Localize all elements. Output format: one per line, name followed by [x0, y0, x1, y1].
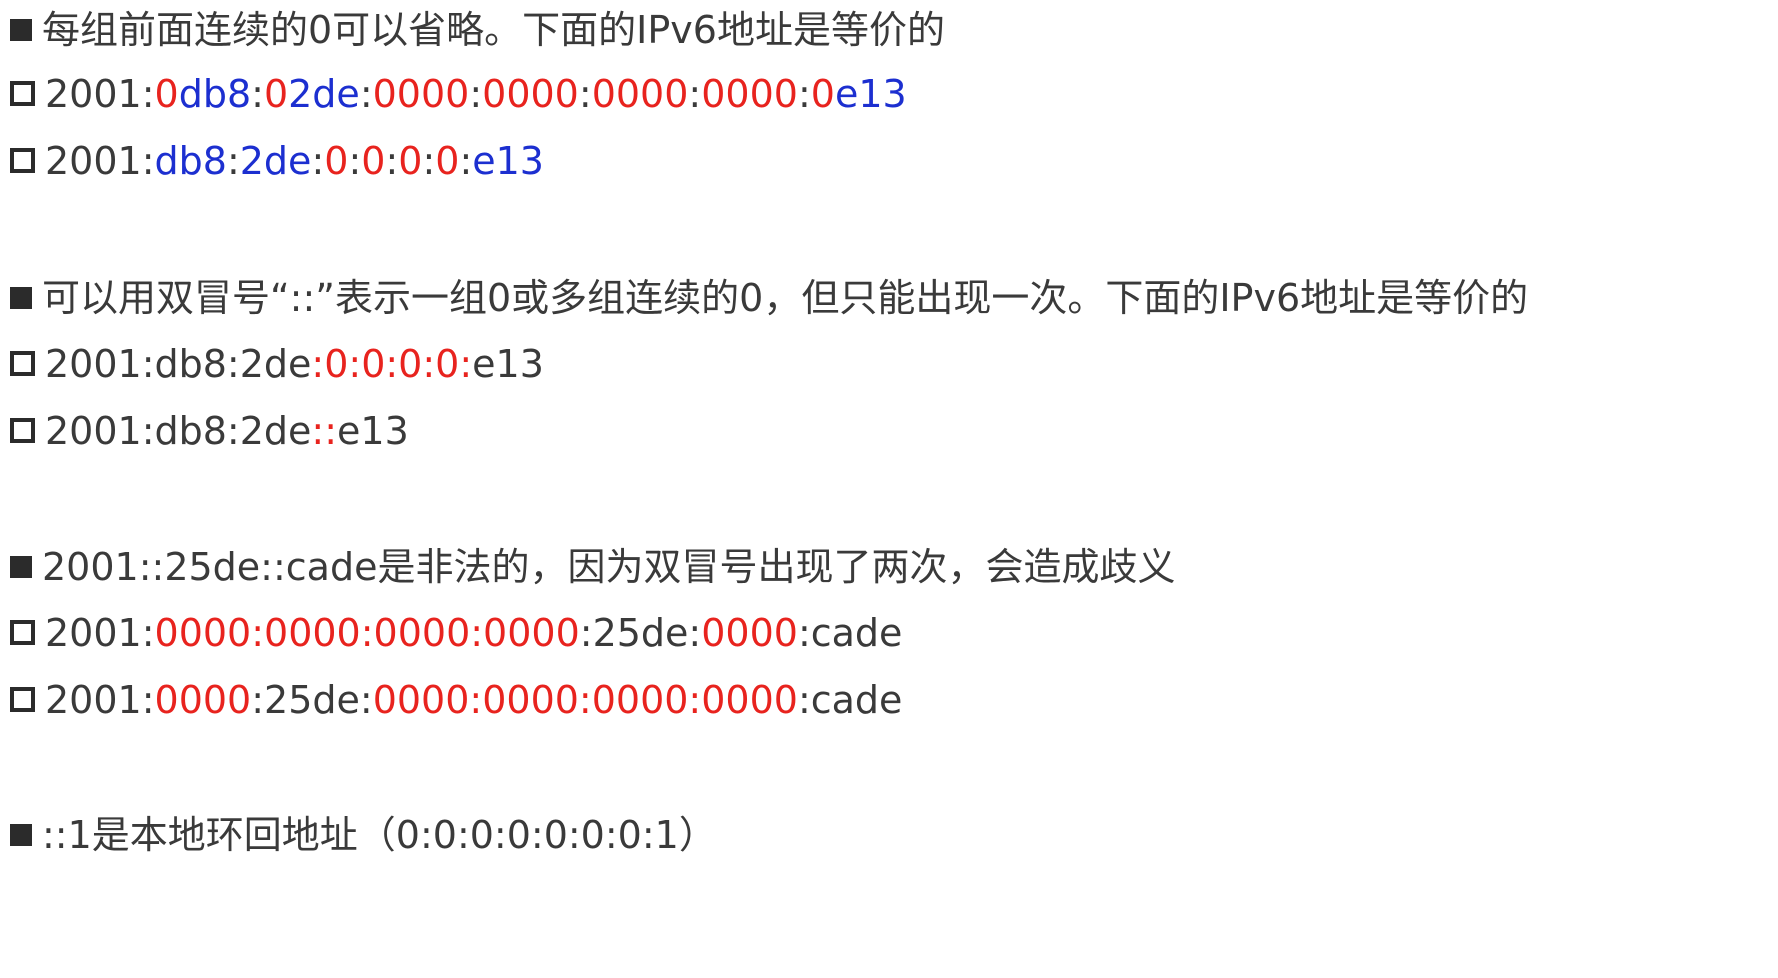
text-segment: 2001:	[45, 611, 155, 655]
text-segment: :	[459, 139, 473, 183]
text-segment: e13	[472, 342, 544, 386]
text-segment: e13	[472, 139, 544, 183]
text-segment: 2de	[288, 72, 360, 116]
filled-square-bullet-icon	[10, 555, 32, 578]
text-segment: 0000	[154, 678, 252, 722]
hollow-square-bullet-icon	[10, 351, 35, 376]
text-segment: 0000:0000:0000:0000	[154, 611, 580, 655]
text-segment: 2001:	[45, 139, 155, 183]
text-segment: :cade	[797, 611, 903, 655]
text-segment: db8	[178, 72, 252, 116]
address-line-ambiguity-b: 2001:0000:25de:0000:0000:0000:0000:cade	[10, 670, 902, 730]
text-segment: 0	[435, 139, 460, 183]
address-line-compressed: 2001:db8:2de::e13	[10, 401, 409, 461]
text-segment: :	[578, 72, 592, 116]
text-segment: 0	[398, 139, 423, 183]
hollow-square-bullet-icon	[10, 418, 35, 443]
text-segment: ::	[311, 409, 338, 453]
text-segment: 2001:db8:2de	[45, 409, 312, 453]
bullet-line-zero-omission: 每组前面连续的0可以省略。下面的IPv6地址是等价的	[10, 0, 945, 60]
text-segment: 每组前面连续的0可以省略。下面的IPv6地址是等价的	[42, 8, 945, 52]
filled-square-bullet-icon	[10, 18, 32, 41]
text-segment: :0:0:0:0:	[311, 342, 473, 386]
text-segment: :	[422, 139, 436, 183]
address-line-full: 2001:0db8:02de:0000:0000:0000:0000:0e13	[10, 64, 907, 124]
text-segment: e13	[337, 409, 409, 453]
address-line-short: 2001:db8:2de:0:0:0:0:e13	[10, 131, 544, 191]
text-segment: 0000:0000:0000:0000	[372, 678, 798, 722]
slide: 每组前面连续的0可以省略。下面的IPv6地址是等价的 2001:0db8:02d…	[0, 0, 1778, 978]
text-segment: 可以用双冒号“::”表示一组0或多组连续的0，但只能出现一次。下面的IPv6地址…	[42, 276, 1529, 320]
text-segment: 0000	[372, 72, 470, 116]
text-segment: 0000	[482, 72, 579, 116]
text-segment: 2001:db8:2de	[45, 342, 312, 386]
text-segment: :	[688, 72, 702, 116]
text-segment: 2001:	[45, 678, 155, 722]
bullet-line-illegal: 2001::25de::cade是非法的，因为双冒号出现了两次，会造成歧义	[10, 537, 1175, 597]
text-segment: :cade	[797, 678, 903, 722]
text-segment: :	[226, 139, 240, 183]
text-segment: db8	[154, 139, 227, 183]
text-segment: ::1是本地环回地址（0:0:0:0:0:0:0:1）	[42, 813, 717, 857]
hollow-square-bullet-icon	[10, 148, 35, 173]
text-segment: :	[348, 139, 362, 183]
text-segment: :	[311, 139, 325, 183]
address-line-zero-groups: 2001:db8:2de:0:0:0:0:e13	[10, 334, 544, 394]
text-segment: 0000	[701, 611, 798, 655]
text-segment: 0000	[701, 72, 798, 116]
hollow-square-bullet-icon	[10, 687, 35, 712]
text-segment: 0000	[591, 72, 689, 116]
text-segment: :	[797, 72, 811, 116]
text-segment: 0	[361, 139, 386, 183]
text-segment: e13	[834, 72, 907, 116]
text-segment: :	[251, 72, 264, 116]
text-segment: 2001::25de::cade是非法的，因为双冒号出现了两次，会造成歧义	[42, 545, 1176, 589]
text-segment: 0	[324, 139, 349, 183]
text-segment: 2de	[239, 139, 312, 183]
text-segment: :	[359, 72, 373, 116]
text-segment: 0	[263, 72, 289, 116]
hollow-square-bullet-icon	[10, 81, 35, 106]
text-segment: :	[385, 139, 399, 183]
text-segment: 0	[810, 72, 835, 116]
hollow-square-bullet-icon	[10, 620, 35, 645]
bullet-line-loopback: ::1是本地环回地址（0:0:0:0:0:0:0:1）	[10, 805, 717, 865]
bullet-line-double-colon: 可以用双冒号“::”表示一组0或多组连续的0，但只能出现一次。下面的IPv6地址…	[10, 268, 1528, 328]
text-segment: :	[469, 72, 483, 116]
text-segment: :25de:	[579, 611, 702, 655]
address-line-ambiguity-a: 2001:0000:0000:0000:0000:25de:0000:cade	[10, 603, 902, 663]
filled-square-bullet-icon	[10, 286, 32, 309]
text-segment: 2001:	[45, 72, 155, 116]
filled-square-bullet-icon	[10, 823, 32, 846]
text-segment: :25de:	[251, 678, 373, 722]
text-segment: 0	[154, 72, 179, 116]
